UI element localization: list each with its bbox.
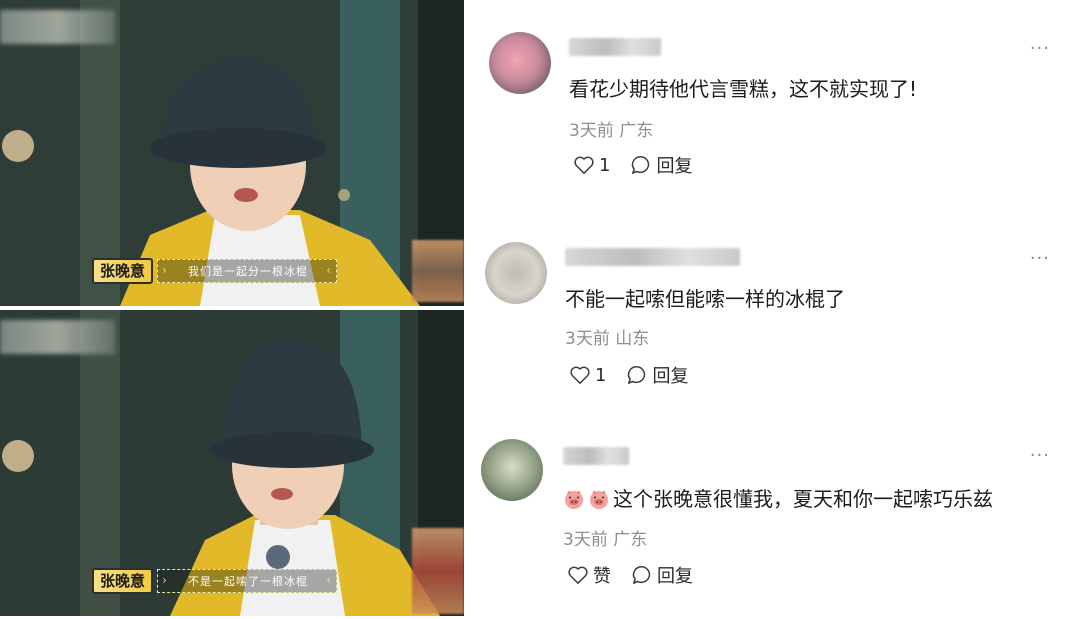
username-blurred[interactable] <box>569 38 661 56</box>
like-button[interactable]: 赞 <box>567 562 611 588</box>
comment-location: 广东 <box>613 530 648 550</box>
more-options-icon[interactable]: ··· <box>1030 445 1050 466</box>
subtitle-bar: 张晚意 › 我们是一起分一根冰棍 ‹ <box>92 258 338 284</box>
caption-arrow-right-icon: ‹ <box>326 263 333 277</box>
username-blurred[interactable] <box>563 447 629 465</box>
speaker-name-tag: 张晚意 <box>92 258 154 284</box>
blurred-watermark <box>0 320 115 354</box>
reply-bubble-icon <box>628 366 646 384</box>
comment-meta: 3天前 广东 <box>563 525 647 550</box>
comment-item: ··· 这个张晚意很懂我，夏天和你一起嗦巧乐兹 3天前 广东 赞 回复 <box>465 415 1080 619</box>
heart-icon <box>570 366 590 384</box>
speaker-name-tag: 张晚意 <box>92 568 154 594</box>
subtitle-bar: 张晚意 › 不是一起嗦了一根冰棍 ‹ <box>92 568 338 594</box>
comment-item: ··· 看花少期待他代言雪糕，这不就实现了! 3天前 广东 1 回复 <box>465 0 1080 205</box>
comment-item: ··· 不能一起嗦但能嗦一样的冰棍了 3天前 山东 1 回复 <box>465 208 1080 413</box>
subtitle-text: 不是一起嗦了一根冰棍 <box>188 575 309 588</box>
comment-text-body: 这个张晚意很懂我，夏天和你一起嗦巧乐兹 <box>613 487 993 511</box>
reply-button[interactable]: 回复 <box>631 562 693 588</box>
reply-button[interactable]: 回复 <box>626 362 688 388</box>
comment-text: 看花少期待他代言雪糕，这不就实现了! <box>569 77 918 101</box>
comment-meta: 3天前 山东 <box>565 324 649 349</box>
reply-bubble-icon <box>632 566 651 584</box>
heart-icon <box>568 566 588 584</box>
caption-arrow-left-icon: › <box>162 263 168 277</box>
avatar[interactable] <box>485 242 547 304</box>
comment-time: 3天前 <box>565 329 610 349</box>
subtitle-caption: › 我们是一起分一根冰棍 ‹ <box>157 259 338 283</box>
comment-time: 3天前 <box>569 121 614 141</box>
reply-label: 回复 <box>652 366 689 387</box>
pig-face-icon <box>565 490 583 509</box>
reply-bubble-icon <box>632 156 650 174</box>
comment-location: 山东 <box>615 329 650 349</box>
comment-time: 3天前 <box>563 530 608 550</box>
more-options-icon[interactable]: ··· <box>1030 248 1050 269</box>
pig-face-icon <box>590 490 608 509</box>
blurred-corner <box>412 240 464 302</box>
comment-actions: 1 回复 <box>569 362 688 388</box>
comment-text: 不能一起嗦但能嗦一样的冰棍了 <box>565 287 845 311</box>
reply-label: 回复 <box>657 566 693 587</box>
reply-button[interactable]: 回复 <box>630 152 692 178</box>
comment-location: 广东 <box>619 121 654 141</box>
username-blurred[interactable] <box>565 248 740 266</box>
like-count: 1 <box>599 154 611 176</box>
more-options-icon[interactable]: ··· <box>1030 38 1050 59</box>
like-button[interactable]: 1 <box>573 155 610 176</box>
video-still-2: 张晚意 › 不是一起嗦了一根冰棍 ‹ <box>0 310 464 616</box>
video-still-1: 张晚意 › 我们是一起分一根冰棍 ‹ <box>0 0 464 306</box>
blurred-watermark <box>0 10 115 44</box>
avatar[interactable] <box>489 32 551 94</box>
comment-actions: 赞 回复 <box>567 562 693 588</box>
subtitle-text: 我们是一起分一根冰棍 <box>188 265 309 278</box>
like-label: 赞 <box>593 566 611 587</box>
heart-icon <box>574 156 594 174</box>
avatar[interactable] <box>481 439 543 501</box>
like-button[interactable]: 1 <box>569 365 606 386</box>
comment-meta: 3天前 广东 <box>569 116 653 141</box>
blurred-corner <box>412 528 464 614</box>
reply-label: 回复 <box>656 156 693 177</box>
like-count: 1 <box>595 364 607 386</box>
caption-arrow-left-icon: › <box>162 573 168 587</box>
caption-arrow-right-icon: ‹ <box>326 573 333 587</box>
subtitle-caption: › 不是一起嗦了一根冰棍 ‹ <box>157 569 338 593</box>
comment-text: 这个张晚意很懂我，夏天和你一起嗦巧乐兹 <box>563 483 993 512</box>
comment-actions: 1 回复 <box>573 152 692 178</box>
